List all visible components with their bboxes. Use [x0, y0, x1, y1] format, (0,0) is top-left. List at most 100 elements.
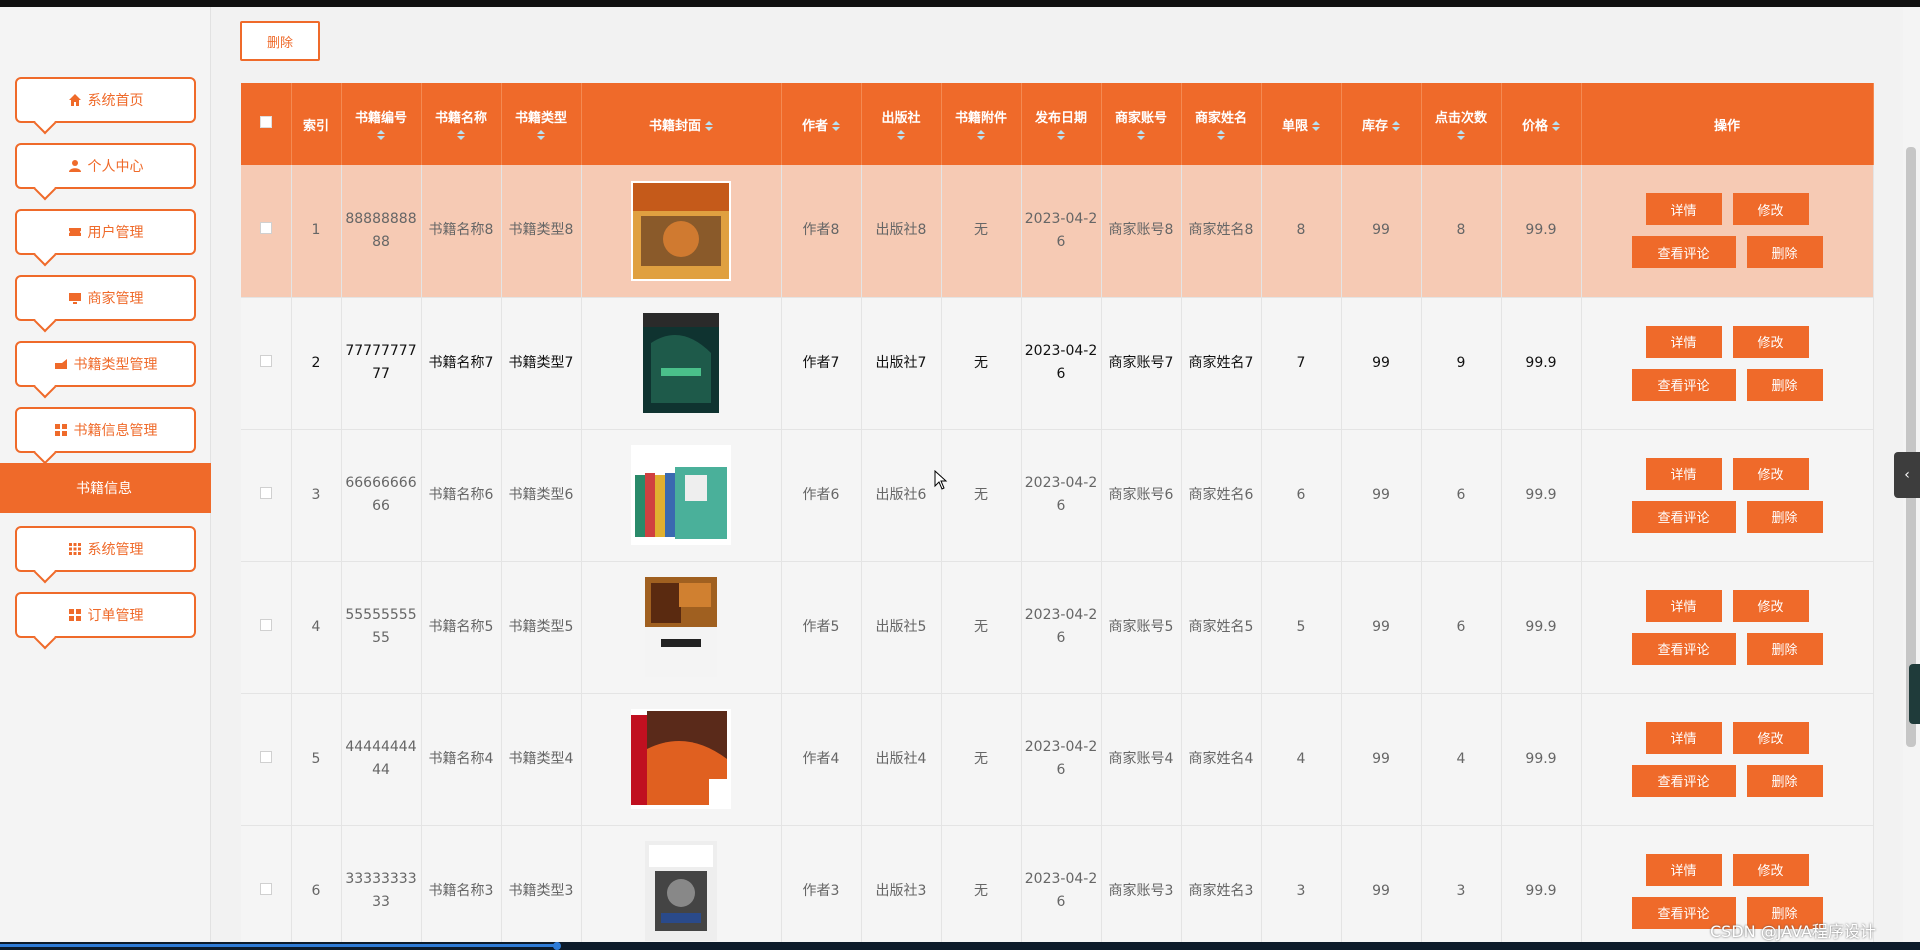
row-checkbox[interactable] [259, 618, 272, 631]
sort-icon[interactable] [1312, 120, 1320, 132]
sort-icon[interactable] [897, 130, 905, 141]
detail-button[interactable]: 详情 [1645, 853, 1722, 886]
view-comments-button[interactable]: 查看评论 [1631, 764, 1736, 797]
view-comments-button[interactable]: 查看评论 [1631, 236, 1736, 269]
header-code[interactable]: 书籍编号 [341, 83, 422, 165]
sort-icon[interactable] [1457, 130, 1465, 141]
sidebar-item-orders[interactable]: 订单管理 [15, 592, 196, 638]
book-cover-image[interactable] [631, 577, 731, 677]
sidebar-item-system[interactable]: 系统管理 [15, 526, 196, 572]
table-row[interactable]: 4 5555555555 书籍名称5 书籍类型5 作者5 出版社5 无 2023-04-26 商… [241, 561, 1874, 694]
header-attachment[interactable]: 书籍附件 [941, 83, 1022, 165]
delete-button[interactable]: 删除 [1746, 764, 1823, 797]
view-comments-button[interactable]: 查看评论 [1631, 500, 1736, 533]
sort-icon[interactable] [1552, 120, 1560, 132]
sort-icon[interactable] [705, 120, 713, 132]
sidebar-item-users[interactable]: 用户管理 [15, 209, 196, 255]
header-clicks[interactable]: 点击次数 [1421, 83, 1502, 165]
sort-icon[interactable] [377, 130, 385, 141]
book-cover-image[interactable] [631, 180, 731, 281]
view-comments-button[interactable]: 查看评论 [1631, 368, 1736, 401]
view-comments-button[interactable]: 查看评论 [1631, 632, 1736, 665]
detail-button[interactable]: 详情 [1645, 457, 1722, 490]
sidebar-item-merchants[interactable]: 商家管理 [15, 275, 196, 321]
collapse-panel-button[interactable]: ‹ [1894, 452, 1920, 498]
scrollbar-thumb[interactable] [1906, 147, 1916, 747]
book-cover-image[interactable] [631, 709, 731, 809]
header-author[interactable]: 作者 [781, 83, 862, 165]
cell-publisher: 出版社8 [861, 165, 942, 298]
header-date[interactable]: 发布日期 [1021, 83, 1102, 165]
sort-icon[interactable] [1057, 130, 1065, 141]
sort-icon[interactable] [537, 130, 545, 141]
tag-icon [54, 359, 67, 369]
progress-handle[interactable] [553, 942, 561, 950]
header-type[interactable]: 书籍类型 [501, 83, 582, 165]
row-checkbox[interactable] [259, 882, 272, 895]
detail-button[interactable]: 详情 [1645, 325, 1722, 358]
header-publisher[interactable]: 出版社 [861, 83, 942, 165]
header-stock[interactable]: 库存 [1341, 83, 1422, 165]
table-row[interactable]: 5 4444444444 书籍名称4 书籍类型4 作者4 出版社4 无 2023-04-26 商… [241, 693, 1874, 826]
table-row[interactable]: 3 6666666666 书籍名称6 书籍类型6 作者6 出版社6 无 2023-04-26 商… [241, 429, 1874, 562]
cell-merchant-name: 商家姓名4 [1181, 693, 1262, 826]
delete-button[interactable]: 删除 [1746, 368, 1823, 401]
sidebar-subitem-book-info[interactable]: 书籍信息 [0, 463, 211, 513]
row-select-cell[interactable] [241, 297, 292, 430]
edit-button[interactable]: 修改 [1732, 325, 1809, 358]
cell-name: 书籍名称3 [421, 825, 502, 950]
book-cover-image[interactable] [631, 313, 731, 413]
video-progress-bar[interactable] [0, 942, 1920, 950]
row-select-cell[interactable] [241, 165, 292, 298]
bulk-delete-button[interactable]: 删除 [240, 21, 320, 61]
book-cover-image[interactable] [631, 445, 731, 545]
table-row[interactable]: 2 7777777777 书籍名称7 书籍类型7 作者7 出版社7 无 2023-04-26 商… [241, 297, 1874, 430]
row-select-cell[interactable] [241, 825, 292, 950]
sort-icon[interactable] [1217, 130, 1225, 141]
sort-icon[interactable] [1137, 130, 1145, 141]
cell-name: 书籍名称4 [421, 693, 502, 826]
select-all-checkbox[interactable] [259, 116, 272, 128]
detail-button[interactable]: 详情 [1645, 193, 1722, 226]
detail-button[interactable]: 详情 [1645, 721, 1722, 754]
cell-author: 作者6 [781, 429, 862, 562]
row-select-cell[interactable] [241, 561, 292, 694]
sidebar-item-book-info[interactable]: 书籍信息管理 [15, 407, 196, 453]
cell-merchant-account: 商家账号3 [1101, 825, 1182, 950]
edit-button[interactable]: 修改 [1732, 193, 1809, 226]
edit-button[interactable]: 修改 [1732, 721, 1809, 754]
row-select-cell[interactable] [241, 429, 292, 562]
sort-icon[interactable] [832, 120, 840, 132]
row-checkbox[interactable] [259, 486, 272, 499]
book-cover-image[interactable] [631, 841, 731, 941]
row-checkbox[interactable] [259, 222, 272, 235]
sort-icon[interactable] [977, 130, 985, 141]
table-row[interactable]: 6 3333333333 书籍名称3 书籍类型3 作者3 出版社3 无 2023-04-26 商… [241, 825, 1874, 950]
side-panel-tab[interactable] [1909, 664, 1920, 724]
header-merchant-account[interactable]: 商家账号 [1101, 83, 1182, 165]
delete-button[interactable]: 删除 [1746, 500, 1823, 533]
edit-button[interactable]: 修改 [1732, 457, 1809, 490]
header-name[interactable]: 书籍名称 [421, 83, 502, 165]
edit-button[interactable]: 修改 [1732, 853, 1809, 886]
header-price[interactable]: 价格 [1501, 83, 1582, 165]
cell-index: 5 [291, 693, 342, 826]
sort-icon[interactable] [457, 130, 465, 141]
delete-button[interactable]: 删除 [1746, 632, 1823, 665]
header-cover[interactable]: 书籍封面 [581, 83, 782, 165]
detail-button[interactable]: 详情 [1645, 589, 1722, 622]
header-select-all[interactable] [241, 83, 292, 165]
sidebar-item-book-types[interactable]: 书籍类型管理 [15, 341, 196, 387]
header-merchant-name[interactable]: 商家姓名 [1181, 83, 1262, 165]
sidebar-item-home[interactable]: 系统首页 [15, 77, 196, 123]
header-limit[interactable]: 单限 [1261, 83, 1342, 165]
table-row[interactable]: 1 8888888888 书籍名称8 书籍类型8 作者8 出版社8 无 2023-04-26 商… [241, 165, 1874, 298]
sidebar-item-profile[interactable]: 个人中心 [15, 143, 196, 189]
delete-button[interactable]: 删除 [1746, 236, 1823, 269]
row-checkbox[interactable] [259, 354, 272, 367]
row-select-cell[interactable] [241, 693, 292, 826]
row-checkbox[interactable] [259, 750, 272, 763]
edit-button[interactable]: 修改 [1732, 589, 1809, 622]
sort-icon[interactable] [1392, 120, 1400, 132]
cell-stock: 99 [1341, 693, 1422, 826]
